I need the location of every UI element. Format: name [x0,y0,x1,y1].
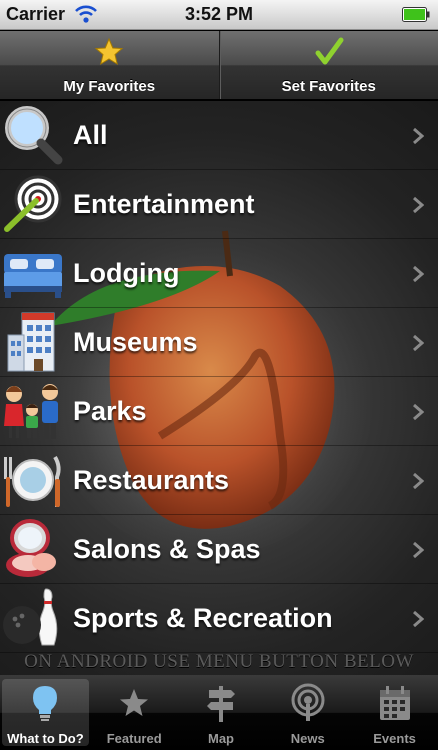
chevron-right-icon [413,403,424,421]
tab-map[interactable]: Map [178,675,265,750]
status-time: 3:52 PM [184,4,254,24]
category-label: Salons & Spas [73,534,261,564]
category-list: All Entertainment Lodging Museums Parks … [0,101,438,653]
tab-label: News [290,731,325,746]
category-label: Lodging [73,258,180,288]
set-favorites-label: Set Favorites [281,78,376,95]
category-row-lodging[interactable]: Lodging [0,239,438,308]
magnifier-icon [5,106,63,165]
signpost-icon [206,686,235,722]
museum-building-icon [7,312,55,372]
plate-cutlery-icon [4,455,61,507]
category-label: Museums [73,327,198,357]
chevron-right-icon [413,541,424,559]
set-favorites-button[interactable]: Set Favorites [218,31,438,99]
category-label: Parks [73,396,147,426]
category-row-parks[interactable]: Parks [0,377,438,446]
chevron-right-icon [413,610,424,628]
my-favorites-button[interactable]: My Favorites [0,31,219,99]
chevron-right-icon [413,472,424,490]
category-row-entertainment[interactable]: Entertainment [0,170,438,239]
category-label: Restaurants [73,465,230,495]
status-bar: Carrier 3:52 PM [0,0,438,30]
category-list-area: All Entertainment Lodging Museums Parks … [0,101,438,675]
category-row-all[interactable]: All [0,101,438,170]
tab-bar: What to Do? Featured Map News Events [0,675,438,750]
category-row-salons-spas[interactable]: Salons & Spas [0,515,438,584]
chevron-right-icon [413,196,424,214]
my-favorites-label: My Favorites [63,78,156,95]
category-row-restaurants[interactable]: Restaurants [0,446,438,515]
bed-icon [4,254,62,298]
favorites-bar: My Favorites Set Favorites [0,31,438,100]
category-label: Entertainment [73,189,255,219]
tab-label: Map [207,731,234,746]
target-icon [4,175,62,232]
battery-icon [402,7,430,22]
tab-label: Featured [106,731,162,746]
lightbulb-icon [33,686,58,721]
compact-mirror-icon [6,519,56,577]
category-row-museums[interactable]: Museums [0,308,438,377]
family-icon [4,384,58,439]
bowling-icon [3,588,58,646]
podcast-icon [291,683,325,721]
chevron-right-icon [413,265,424,283]
star-icon [120,689,149,716]
tab-what-to-do[interactable]: What to Do? [2,679,89,746]
tab-label: Events [373,731,416,746]
chevron-right-icon [413,334,424,352]
checkmark-icon [315,37,344,65]
calendar-icon [379,686,410,720]
category-label: Sports & Recreation [73,603,333,633]
tab-news[interactable]: News [264,675,351,750]
tab-featured[interactable]: Featured [91,675,178,750]
chevron-right-icon [413,127,424,145]
android-menu-note: ON ANDROID USE MENU BUTTON BELOW [24,651,414,672]
category-label: All [73,120,108,150]
tab-label: What to Do? [7,731,84,746]
tab-events[interactable]: Events [351,675,438,750]
star-icon [94,37,124,66]
category-row-sports-recreation[interactable]: Sports & Recreation [0,584,438,653]
